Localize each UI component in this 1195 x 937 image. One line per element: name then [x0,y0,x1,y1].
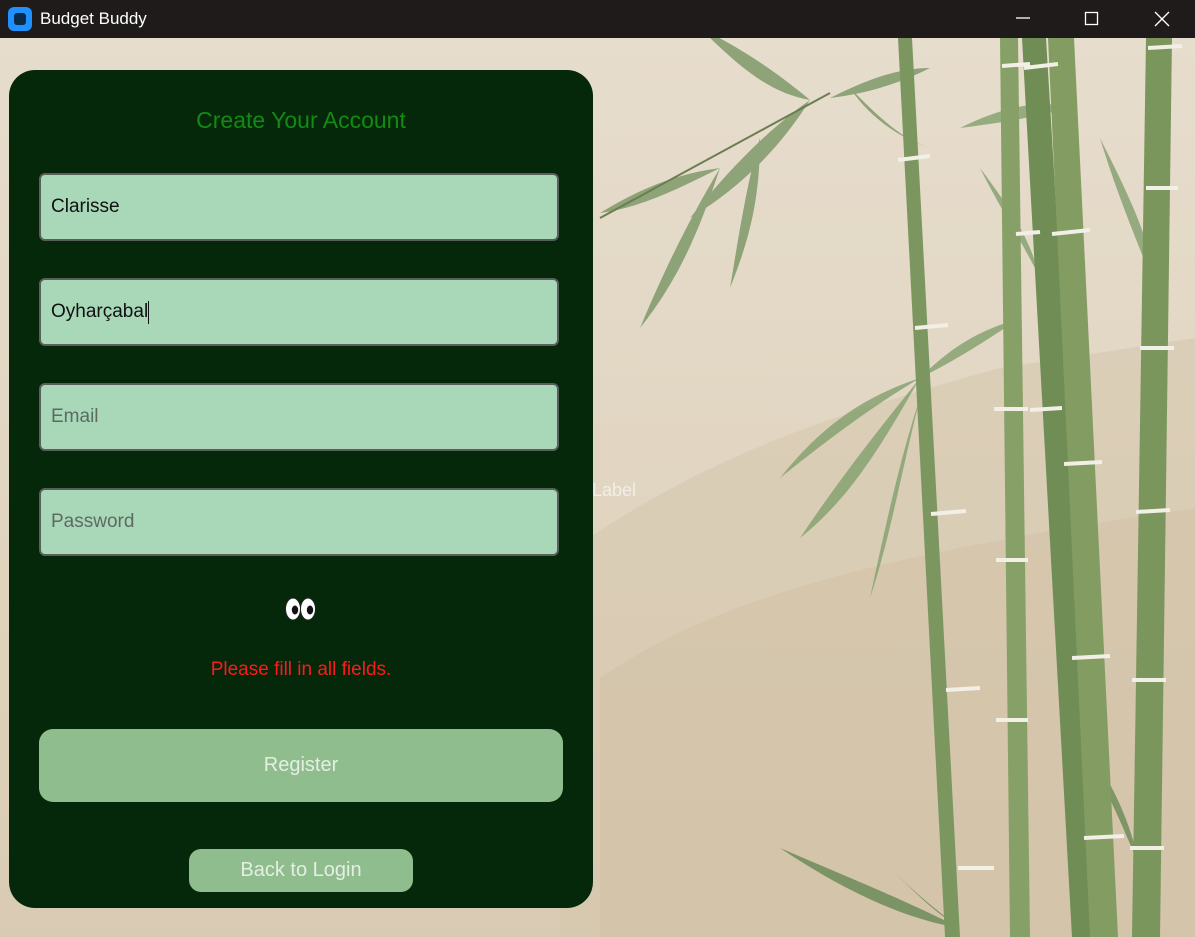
email-field[interactable] [39,383,559,451]
password-field[interactable] [39,488,559,556]
close-icon [1154,11,1170,27]
error-message: Please fill in all fields. [210,659,392,680]
minimize-button[interactable] [1000,0,1046,38]
eyes-icon [285,597,316,621]
text-caret [148,301,149,324]
show-password-toggle[interactable] [284,595,318,623]
minimize-icon [1016,17,1030,19]
first-name-field[interactable] [39,173,559,241]
app-icon [8,7,32,31]
page-title: Create Your Account [196,107,406,133]
maximize-button[interactable] [1069,0,1115,38]
window-title: Budget Buddy [40,9,147,28]
stray-label: Label [592,480,637,500]
close-button[interactable] [1139,0,1185,38]
maximize-icon [1084,11,1099,26]
register-button[interactable]: Register [39,729,563,802]
back-to-login-button[interactable]: Back to Login [189,849,413,892]
window-titlebar: Budget Buddy [0,0,1195,38]
last-name-field[interactable] [39,278,559,346]
